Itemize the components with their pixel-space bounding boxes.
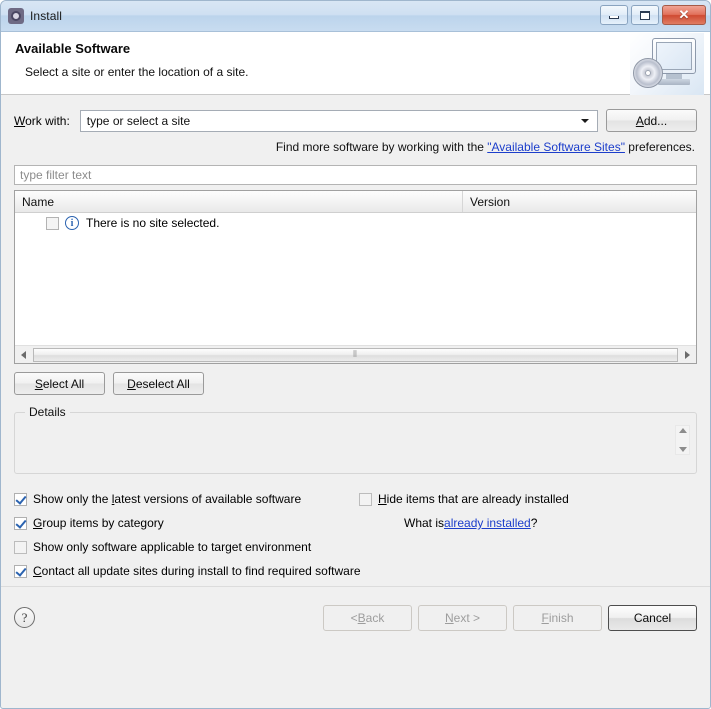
work-with-combo[interactable]: type or select a site [79,109,598,132]
minimize-icon [609,16,619,19]
option-target-environment[interactable]: Show only software applicable to target … [14,535,697,559]
tree-header: Name Version [15,191,696,213]
option-label: Show only the latest versions of availab… [33,492,302,506]
footer-buttons: < Back Next > Finish Cancel [323,604,697,631]
add-button[interactable]: Add... [606,109,697,132]
install-gear-icon [8,8,24,24]
hint-suffix: preferences. [624,140,695,154]
details-group: Details [14,405,697,474]
work-with-row: Work with: type or select a site Add... [14,95,697,132]
row-label: There is no site selected. [86,216,220,230]
maximize-icon [640,10,650,20]
window-title: Install [30,9,63,23]
title-bar: Install ✕ [1,1,710,32]
cancel-button[interactable]: Cancel [608,604,697,631]
checkbox-target-environment[interactable] [14,540,27,554]
hint-prefix: Find more software by working with the [275,140,488,154]
checkbox-hide-installed[interactable] [359,492,372,506]
close-button[interactable]: ✕ [662,5,706,25]
table-row[interactable]: i There is no site selected. [15,213,696,233]
already-installed-link[interactable]: already installed [444,516,531,530]
chevron-down-icon[interactable] [581,118,589,123]
page-subtitle: Select a site or enter the location of a… [25,65,249,79]
minimize-button[interactable] [600,5,628,25]
scroll-left-icon[interactable] [15,346,32,363]
work-with-value: type or select a site [86,113,191,128]
checkbox-group-by-category[interactable] [14,516,27,530]
back-button[interactable]: < Back [323,604,412,631]
help-icon[interactable]: ? [14,607,35,628]
column-header-name[interactable]: Name [15,191,463,212]
window-controls: ✕ [600,5,706,25]
wizard-header: Available Software Select a site or ente… [1,32,710,95]
details-vertical-scrollbar[interactable] [675,425,690,455]
scroll-down-icon[interactable] [678,447,687,452]
option-label: Contact all update sites during install … [33,564,361,578]
option-label: Hide items that are already installed [378,492,569,506]
selection-buttons: Select All Deselect All [14,372,697,395]
software-tree[interactable]: Name Version i There is no site selected… [14,190,697,364]
computer-cd-icon [630,33,704,95]
scrollbar-grip-icon: ⦀ [353,349,358,359]
filter-input[interactable]: type filter text [14,165,697,185]
select-all-button[interactable]: Select All [14,372,105,395]
work-with-label: Work with: [14,113,70,128]
scrollbar-thumb[interactable]: ⦀ [33,347,678,362]
details-legend: Details [25,405,70,419]
scroll-up-icon[interactable] [678,428,687,433]
checkbox-contact-update-sites[interactable] [14,564,27,578]
checkbox-latest-versions[interactable] [14,492,27,506]
maximize-button[interactable] [631,5,659,25]
software-sites-hint: Find more software by working with the "… [14,132,697,154]
wizard-body: Work with: type or select a site Add... … [1,95,710,648]
finish-button[interactable]: Finish [513,604,602,631]
what-is-prefix: What is [404,516,445,530]
column-header-version[interactable]: Version [463,191,696,212]
option-hide-installed[interactable]: Hide items that are already installed [359,487,699,511]
options-right-column: Hide items that are already installed Wh… [359,487,699,535]
option-contact-update-sites[interactable]: Contact all update sites during install … [14,559,697,583]
what-is-already-installed: What is already installed? [359,511,699,535]
row-checkbox[interactable] [46,216,59,230]
close-icon: ✕ [678,7,690,22]
option-label: Group items by category [33,516,164,530]
scroll-right-icon[interactable] [679,346,696,363]
tree-horizontal-scrollbar[interactable]: ⦀ [15,345,696,363]
next-button[interactable]: Next > [418,604,507,631]
deselect-all-button[interactable]: Deselect All [113,372,204,395]
filter-placeholder: type filter text [20,168,92,182]
info-icon: i [65,216,79,230]
option-label: Show only software applicable to target … [33,540,312,554]
options-area: Show only the latest versions of availab… [14,487,697,579]
wizard-footer: ? < Back Next > Finish Cancel [1,586,710,648]
available-software-sites-link[interactable]: "Available Software Sites" [487,140,625,154]
what-is-suffix: ? [530,516,538,530]
page-title: Available Software [15,41,131,56]
install-wizard-window: Install ✕ Available Software Select a si… [0,0,711,709]
